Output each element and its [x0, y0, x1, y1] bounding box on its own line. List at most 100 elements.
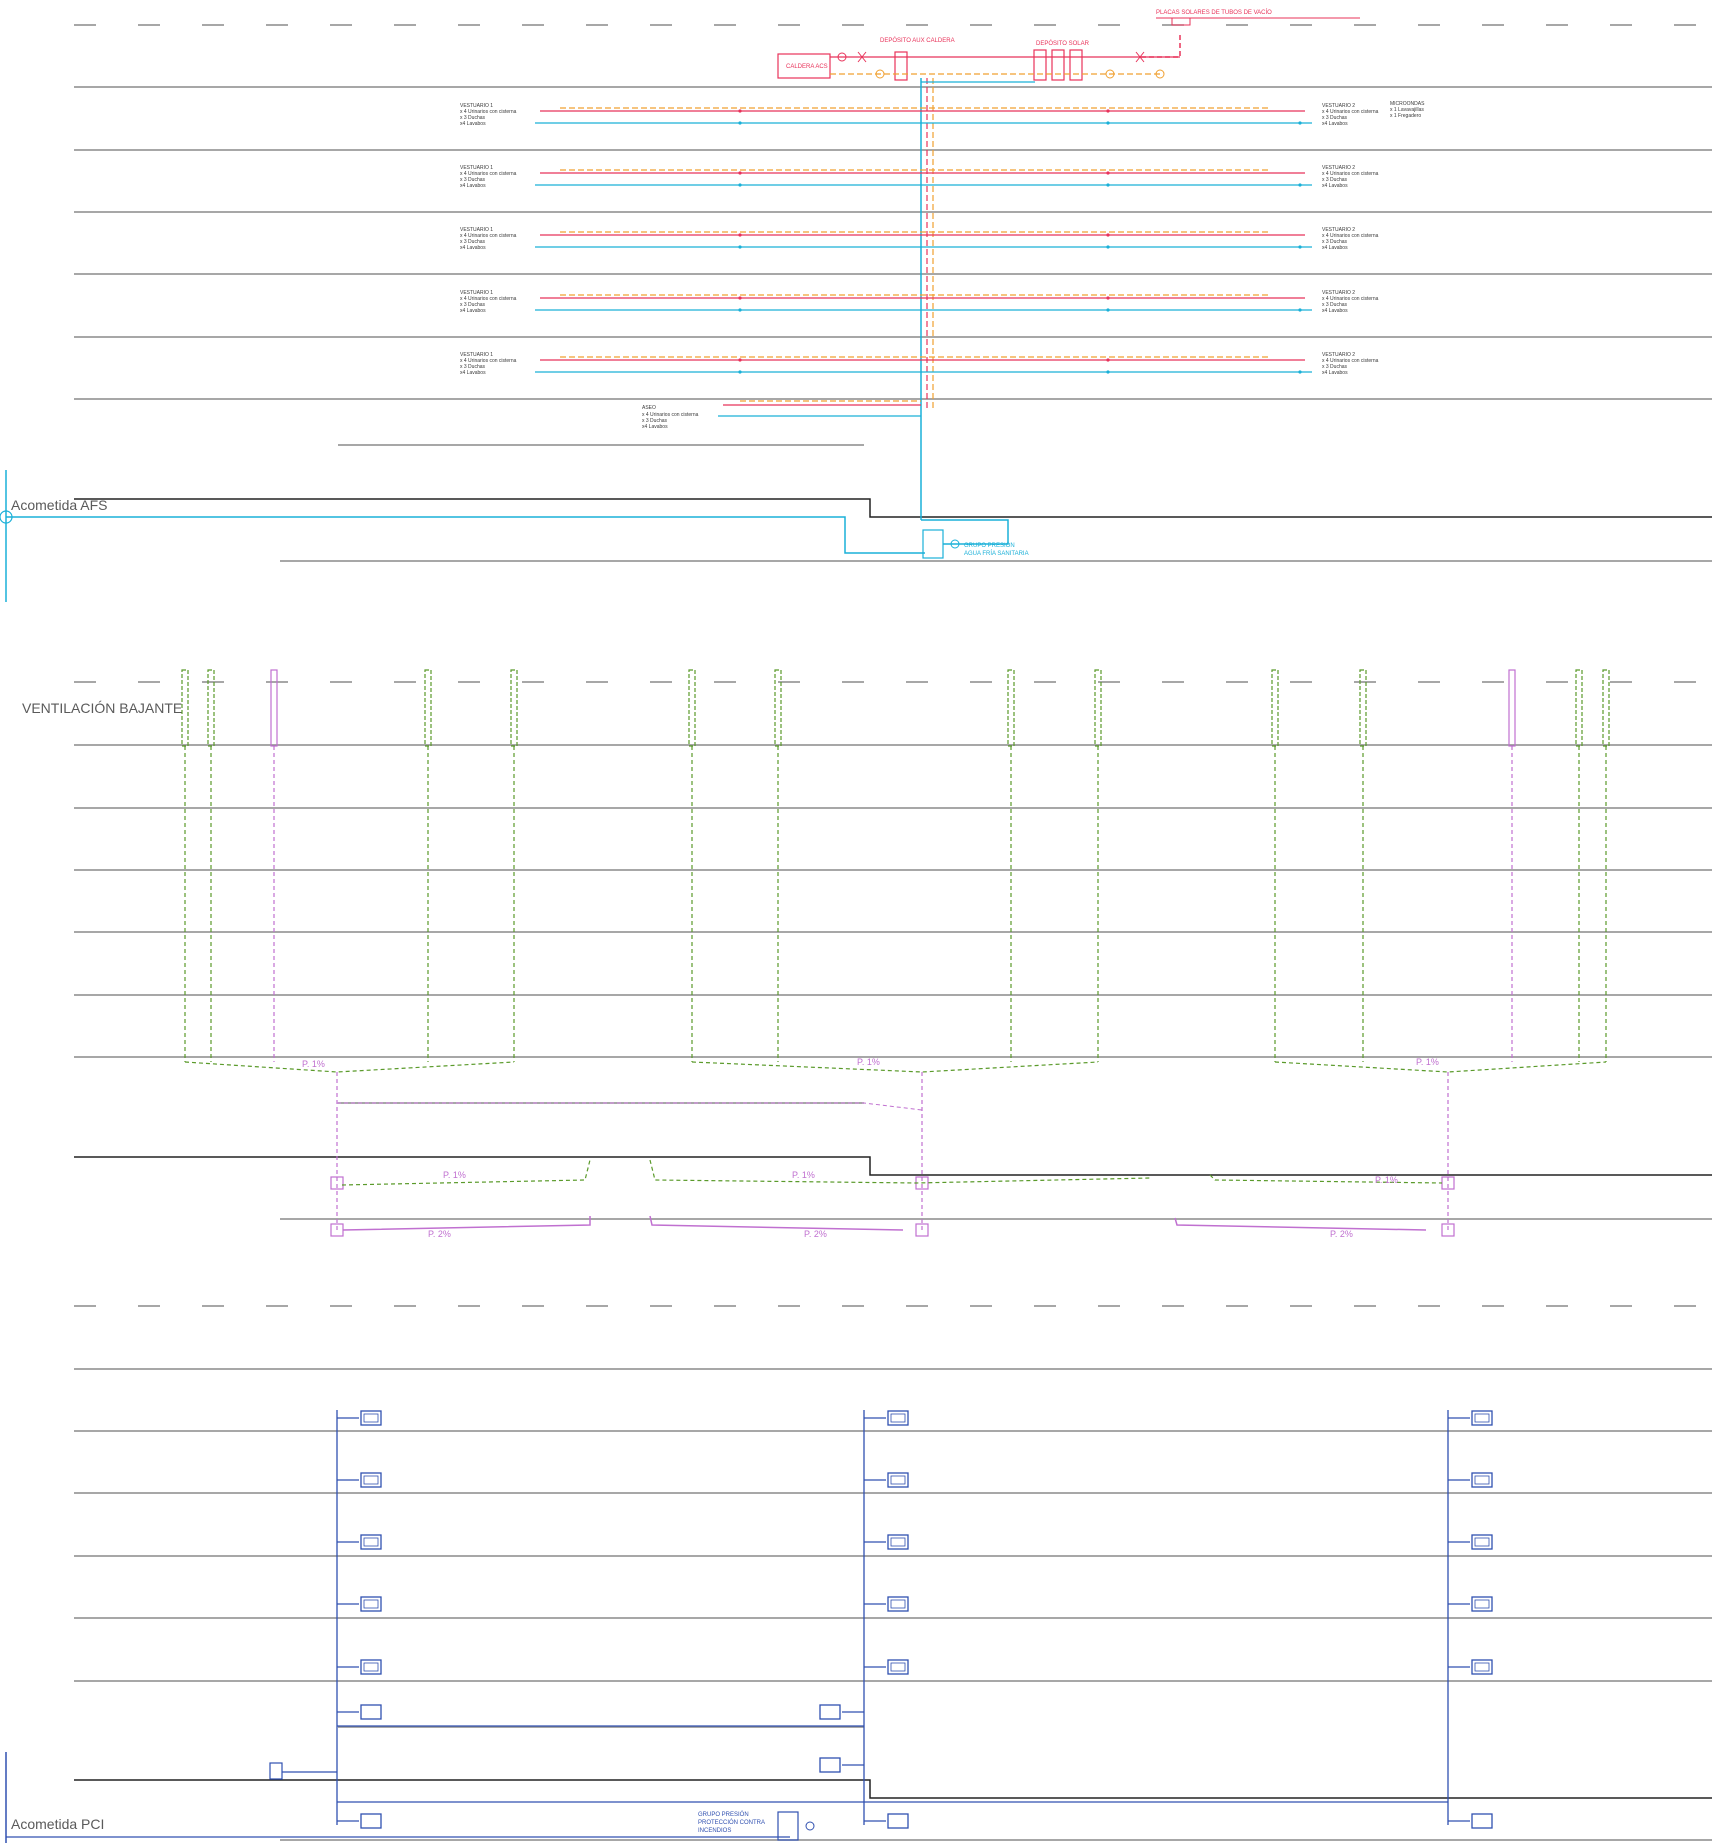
svg-text:P. 2%: P. 2% — [428, 1229, 451, 1239]
solar-tank-label: DEPÓSITO SOLAR — [1036, 40, 1090, 47]
hot-tap — [738, 109, 742, 113]
svg-text:P. 1%: P. 1% — [857, 1057, 880, 1067]
fire-hose-cabinet-icon — [819, 1757, 841, 1773]
svg-text:P. 1%: P. 1% — [792, 1170, 815, 1180]
hot-tap — [1106, 233, 1110, 237]
afs-group-label-2: AGUA FRÍA SANITARIA — [964, 550, 1029, 557]
plumbing-schematic: PLACAS SOLARES DE TUBOS DE VACÍO CALDERA… — [0, 9, 1712, 1843]
afs-group-label-1: GRUPO PRESIÓN — [964, 542, 1015, 549]
pci-group-label-1: GRUPO PRESIÓN — [698, 1811, 749, 1818]
fire-hose-reel-icon — [363, 1662, 379, 1672]
vent-terminal — [1271, 669, 1279, 747]
vent-collector — [1274, 1061, 1607, 1073]
aux-tank — [894, 51, 908, 81]
hot-tap — [738, 171, 742, 175]
vestuario-2-label: x4 Lavabos — [1322, 308, 1348, 314]
vent-terminal — [1508, 669, 1516, 747]
vent-collector — [691, 1061, 1099, 1073]
room-labels: VESTUARIO 1x 4 Urinarios con cisternax 3… — [460, 103, 1379, 376]
ventilation-section: VENTILACIÓN BAJANTE P. 1% P. 1% P. 1% P.… — [22, 669, 1712, 1239]
boiler-label: CALDERA ACS — [786, 64, 828, 70]
fire-hose-reel-icon — [1474, 1537, 1490, 1547]
cold-tap — [738, 370, 742, 374]
fire-hose-reel-icon — [363, 1413, 379, 1423]
vestuario-1-label: x4 Lavabos — [460, 308, 486, 314]
drain-link — [337, 1102, 923, 1111]
cold-tap — [738, 183, 742, 187]
vestuario-1-label: x4 Lavabos — [460, 183, 486, 189]
cold-tap — [1106, 370, 1110, 374]
water-supply-section: PLACAS SOLARES DE TUBOS DE VACÍO CALDERA… — [0, 9, 1712, 602]
hot-tap — [1106, 109, 1110, 113]
slope-labels: P. 1% P. 1% P. 1% P. 1% P. 1% P. 1% P. 2… — [302, 1057, 1439, 1239]
drain-pipe — [649, 1215, 904, 1231]
vent-terminal — [1007, 669, 1015, 747]
vent-collector — [184, 1061, 515, 1073]
vestuario-1-label: x4 Lavabos — [460, 245, 486, 251]
hot-tap — [738, 358, 742, 362]
vestuario-2-label: x4 Lavabos — [1322, 121, 1348, 127]
fire-hose-reel-icon — [890, 1475, 906, 1485]
fire-hose-reel-icon — [363, 1537, 379, 1547]
cold-tap — [1106, 308, 1110, 312]
microondas-label: MICROONDAS x 1 Lavavajillas x 1 Fregader… — [1390, 101, 1425, 119]
hot-tap — [1106, 171, 1110, 175]
cold-tap — [738, 308, 742, 312]
cold-tap — [1298, 370, 1302, 374]
svg-text:P. 1%: P. 1% — [1416, 1057, 1439, 1067]
cold-tap — [1106, 245, 1110, 249]
vent-terminal — [688, 669, 696, 747]
svg-text:x4 Lavabos: x4 Lavabos — [642, 424, 668, 430]
ventilacion-bajante-label: VENTILACIÓN BAJANTE — [22, 700, 182, 716]
solar-tank-2 — [1051, 49, 1065, 81]
cold-tap — [1298, 183, 1302, 187]
vestuario-2-label: x4 Lavabos — [1322, 245, 1348, 251]
fire-hose-reel-icon — [363, 1599, 379, 1609]
svg-text:P. 1%: P. 1% — [1375, 1175, 1398, 1185]
hot-tap — [1106, 358, 1110, 362]
afs-pressure-tank — [922, 529, 944, 559]
pci-group-label-3: INCENDIOS — [698, 1828, 731, 1834]
cold-tap — [1298, 245, 1302, 249]
vent-terminal — [1575, 669, 1583, 747]
floor-branches — [535, 107, 1312, 374]
cold-tap — [1298, 308, 1302, 312]
acometida-pci-label: Acometida PCI — [11, 1816, 104, 1832]
fire-hose-cabinet-icon — [887, 1813, 909, 1829]
svg-text:x 1 Fregadero: x 1 Fregadero — [1390, 113, 1421, 119]
vent-return — [649, 1159, 1151, 1184]
vestuario-1-label: x4 Lavabos — [460, 370, 486, 376]
svg-text:P. 2%: P. 2% — [1330, 1229, 1353, 1239]
vestuario-2-label: x4 Lavabos — [1322, 183, 1348, 189]
aux-tank-label: DEPÓSITO AUX CALDERA — [880, 37, 955, 44]
fire-protection-section: Acometida PCI GRUPO PRESIÓN PROTECCIÓN C… — [5, 1305, 1712, 1843]
svg-text:P. 1%: P. 1% — [443, 1170, 466, 1180]
vent-return — [1209, 1174, 1443, 1184]
vestuario-2-label: x4 Lavabos — [1322, 370, 1348, 376]
drain-pipe — [342, 1216, 591, 1231]
vent-terminal — [424, 669, 432, 747]
cold-tap — [1106, 121, 1110, 125]
fire-hose-reel-icon — [890, 1537, 906, 1547]
fire-hose-cabinet-icon — [360, 1704, 382, 1720]
fire-hose-reel-icon — [890, 1599, 906, 1609]
pci-pump-icon — [805, 1821, 815, 1831]
fire-hose-reel-icon — [890, 1413, 906, 1423]
floor-lines — [74, 86, 1712, 562]
svg-text:P. 1%: P. 1% — [302, 1059, 325, 1069]
fire-hose-reel-icon — [1474, 1413, 1490, 1423]
vestuario-1-label: x4 Lavabos — [460, 121, 486, 127]
vent-return — [341, 1159, 591, 1186]
hot-tap — [738, 296, 742, 300]
fire-hose-cabinet-icon — [819, 1704, 841, 1720]
vent-terminal — [181, 669, 189, 747]
fire-hose-reel-icon — [890, 1662, 906, 1672]
pci-pressure-tank — [777, 1811, 799, 1841]
acometida-afs-label: Acometida AFS — [11, 497, 108, 513]
solar-panels-label: PLACAS SOLARES DE TUBOS DE VACÍO — [1156, 9, 1272, 16]
cold-tap — [1106, 183, 1110, 187]
vent-terminal — [510, 669, 518, 747]
svg-text:P. 2%: P. 2% — [804, 1229, 827, 1239]
fire-hose-reel-icon — [1474, 1599, 1490, 1609]
cold-tap — [738, 121, 742, 125]
